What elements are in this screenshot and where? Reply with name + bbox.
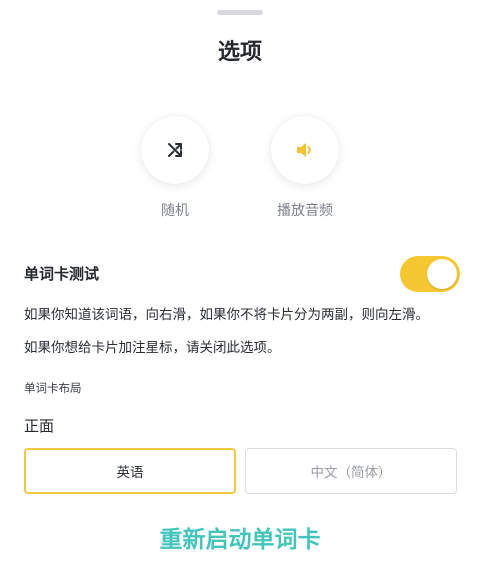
flashcard-test-toggle[interactable] — [400, 256, 460, 292]
speaker-icon — [297, 143, 311, 157]
shuffle-icon — [168, 143, 182, 157]
restart-flashcards-button[interactable]: 重新启动单词卡 — [0, 520, 480, 554]
play-audio-label: 播放音频 — [277, 203, 333, 219]
play-audio-button[interactable] — [271, 116, 339, 184]
sheet-title: 选项 — [217, 40, 262, 65]
flashcard-test-title: 单词卡测试 — [24, 265, 100, 283]
drag-handle[interactable] — [217, 10, 263, 15]
options-sheet: 选项 随机 播放音频 单词卡测试 如果你知道该词语，向右滑，如果你不将卡片分为两… — [0, 0, 480, 568]
front-language-chinese[interactable]: 中文（简体） — [245, 448, 457, 494]
front-side-label: 正面 — [24, 417, 55, 435]
shuffle-button[interactable] — [141, 116, 209, 184]
toggle-knob — [427, 259, 457, 289]
flashcard-test-description-2: 如果你想给卡片加注星标，请关闭此选项。 — [24, 340, 281, 356]
flashcard-test-description-1: 如果你知道该词语，向右滑，如果你不将卡片分为两副，则向左滑。 — [24, 307, 429, 323]
shuffle-label: 随机 — [161, 203, 189, 219]
front-language-english[interactable]: 英语 — [24, 448, 236, 494]
card-layout-label: 单词卡布局 — [24, 381, 82, 395]
